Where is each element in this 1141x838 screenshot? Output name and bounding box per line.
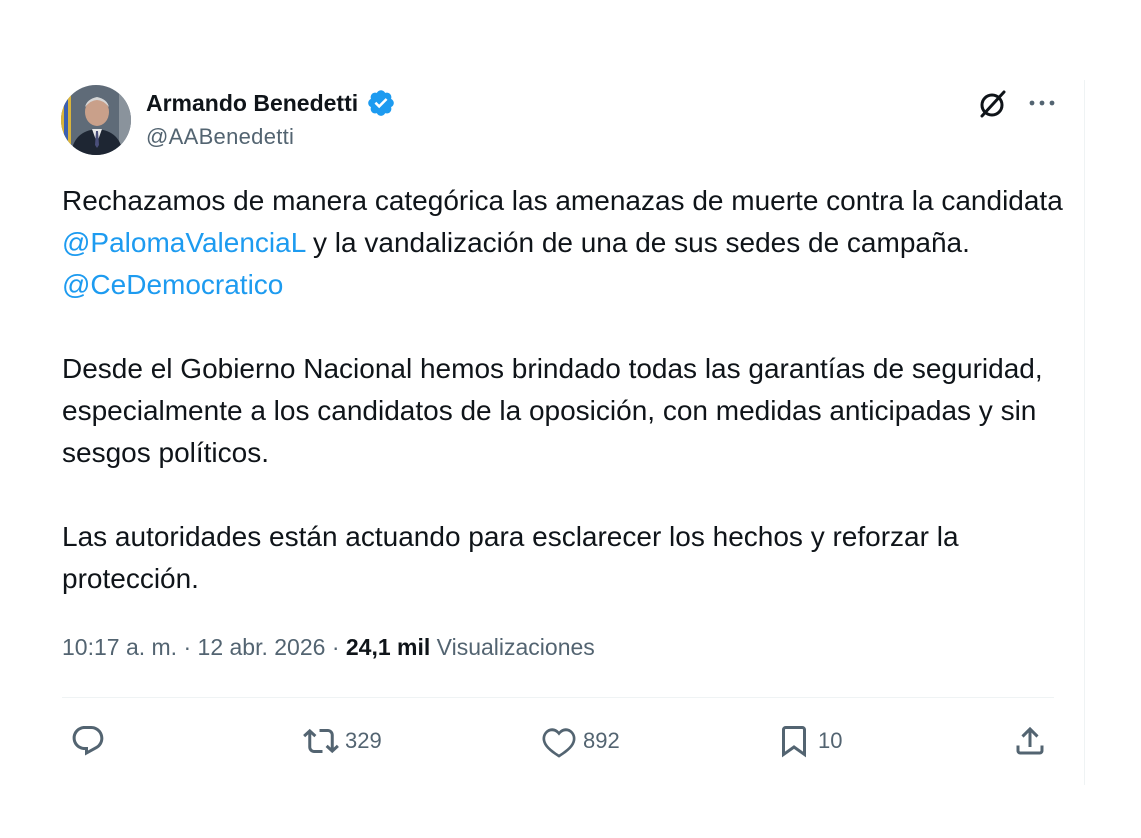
- author-handle[interactable]: @AABenedetti: [146, 124, 294, 150]
- mention-link[interactable]: @CeDemocratico: [62, 269, 283, 300]
- tweet-paragraph: Desde el Gobierno Nacional hemos brindad…: [62, 353, 1043, 468]
- grok-icon[interactable]: [977, 88, 1009, 120]
- share-icon: [1016, 726, 1044, 755]
- tweet-date[interactable]: 12 abr. 2026: [198, 634, 326, 660]
- retweet-count: 329: [345, 728, 382, 753]
- tweet-text-segment: y la vandalización de una de sus sedes d…: [305, 227, 970, 258]
- card-border: [1084, 80, 1085, 785]
- tweet-text-segment: Rechazamos de manera categórica las amen…: [62, 185, 1063, 216]
- mention-link[interactable]: @PalomaValenciaL: [62, 227, 305, 258]
- tweet-paragraph: Las autoridades están actuando para escl…: [62, 521, 959, 594]
- reply-button[interactable]: [70, 722, 112, 760]
- heart-icon: [542, 728, 576, 758]
- divider: [62, 697, 1054, 698]
- retweet-button[interactable]: 329: [303, 722, 382, 760]
- more-options-icon[interactable]: [1027, 88, 1057, 118]
- bookmark-icon: [782, 726, 806, 758]
- tweet-text: Rechazamos de manera categórica las amen…: [62, 180, 1072, 600]
- author-name-row[interactable]: Armando Benedetti: [146, 88, 396, 118]
- bookmark-button[interactable]: 10: [776, 722, 842, 760]
- tweet-time[interactable]: 10:17 a. m.: [62, 634, 177, 660]
- meta-separator: ·: [177, 634, 198, 660]
- tweet-paragraph: Rechazamos de manera categórica las amen…: [62, 180, 1072, 306]
- reply-icon: [72, 726, 104, 756]
- like-count: 892: [583, 728, 620, 753]
- author-name[interactable]: Armando Benedetti: [146, 90, 358, 117]
- bookmark-count: 10: [818, 728, 843, 753]
- verified-badge-icon[interactable]: [366, 88, 396, 118]
- views-label: Visualizaciones: [436, 634, 595, 660]
- tweet-meta: 10:17 a. m. · 12 abr. 2026 · 24,1 mil Vi…: [62, 634, 595, 661]
- meta-separator: ·: [325, 634, 346, 660]
- avatar[interactable]: [61, 85, 131, 155]
- retweet-icon: [303, 728, 339, 754]
- like-button[interactable]: 892: [541, 722, 620, 760]
- avatar-image: [61, 85, 131, 155]
- views-count: 24,1 mil: [345, 634, 431, 660]
- share-button[interactable]: [1012, 722, 1048, 760]
